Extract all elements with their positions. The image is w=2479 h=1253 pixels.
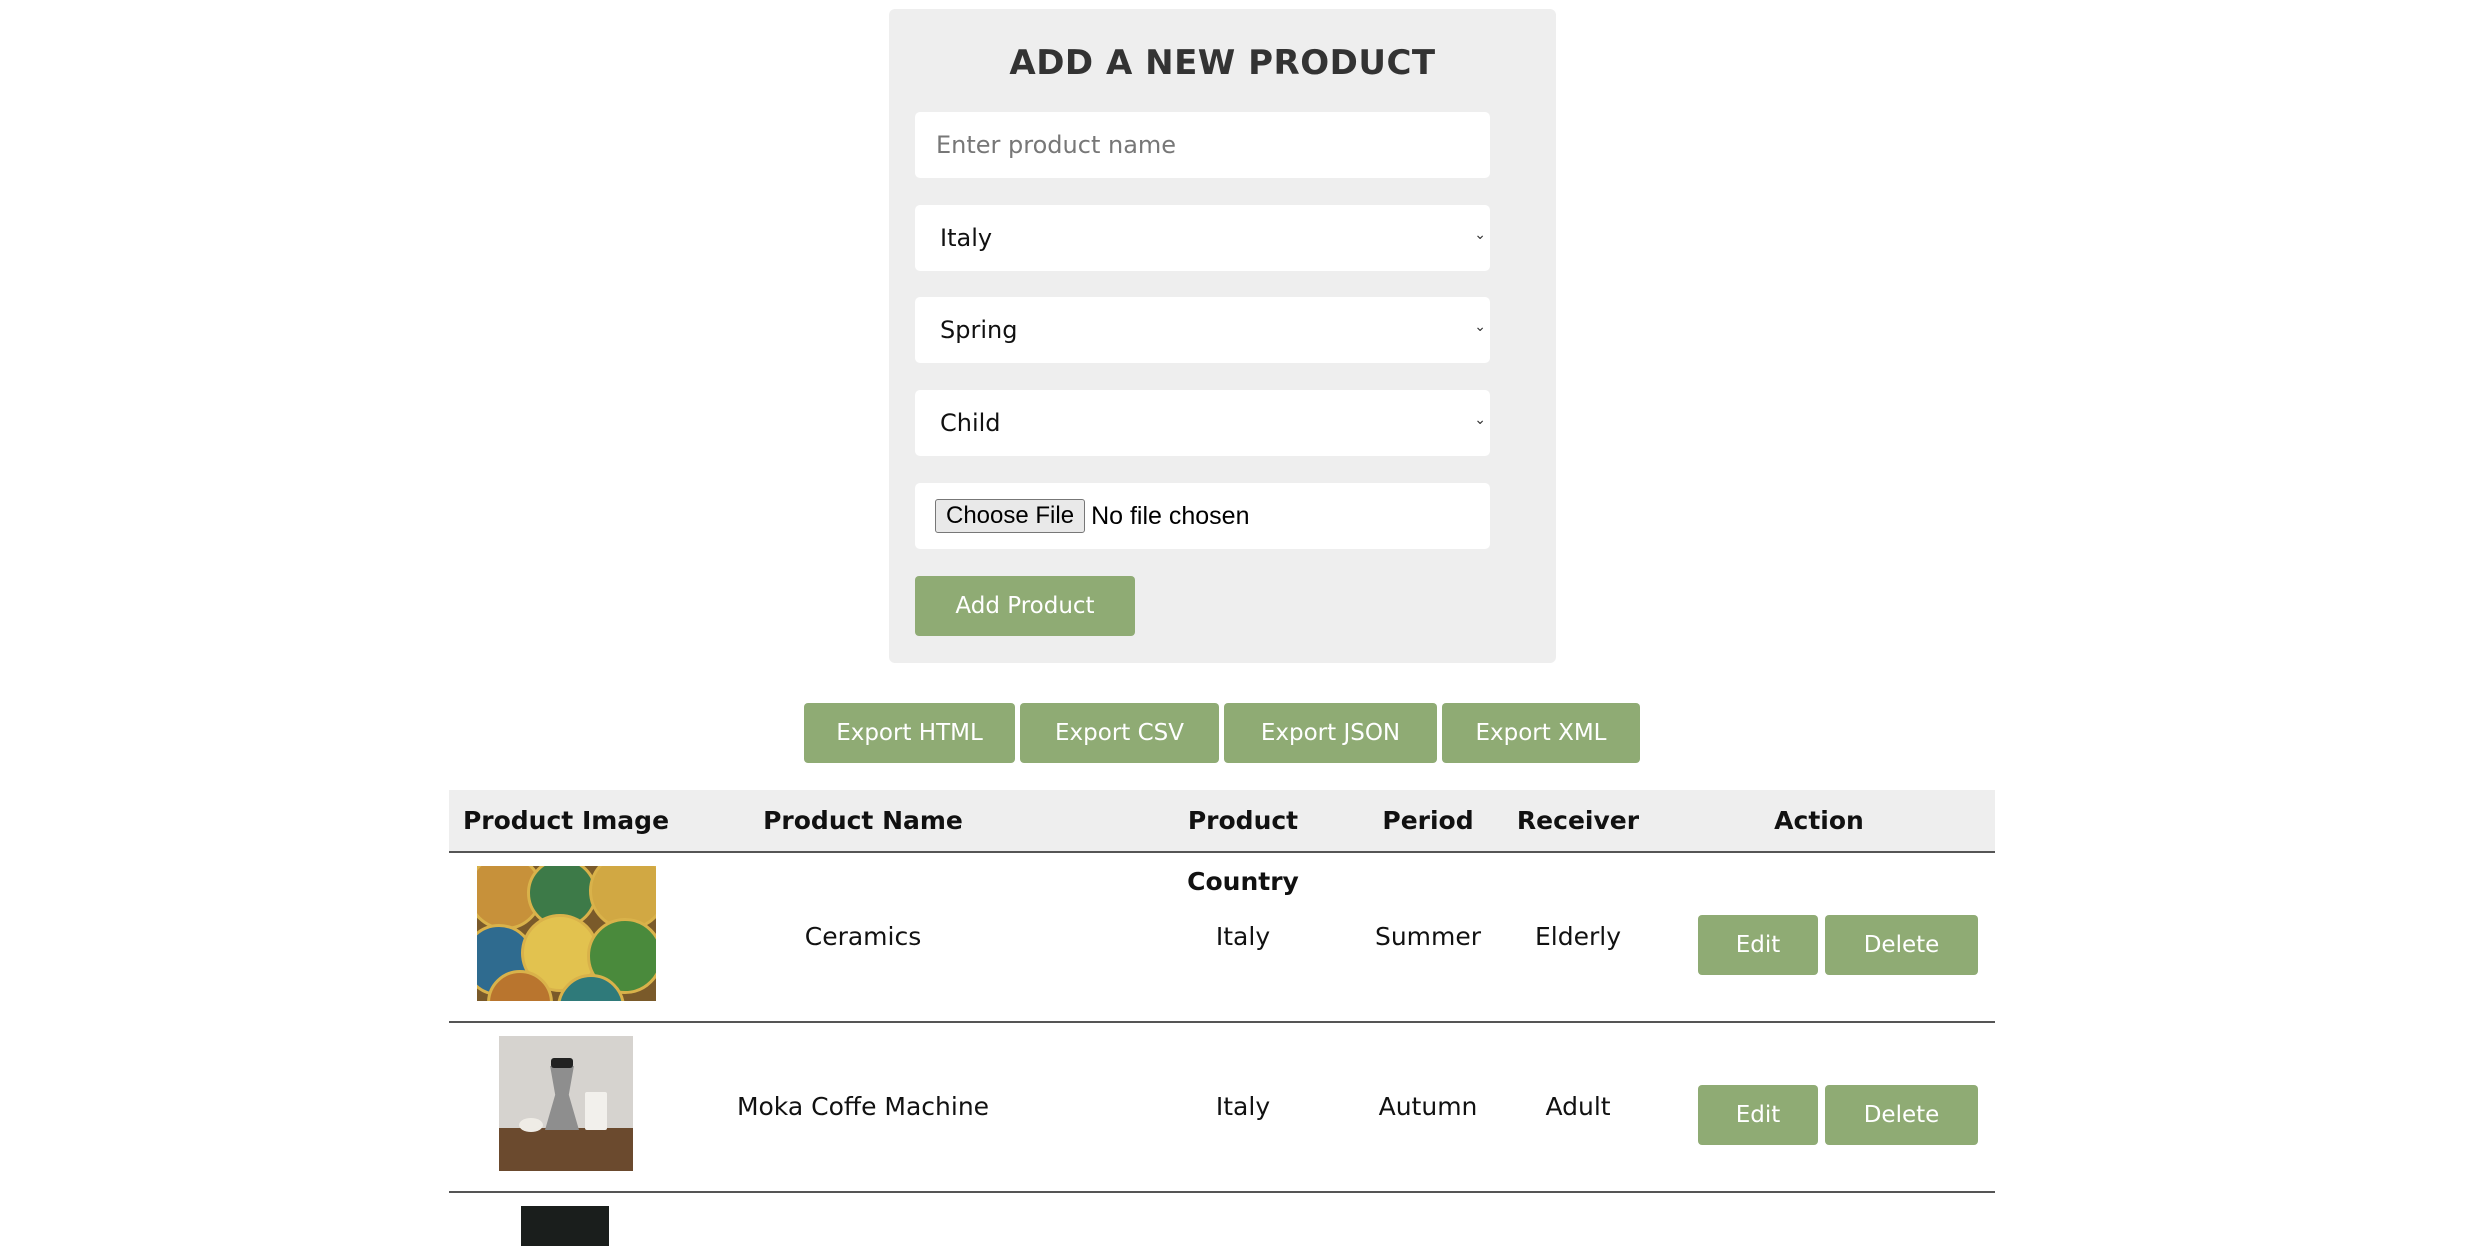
chevron-down-icon: ⌄: [1474, 227, 1486, 243]
product-country-cell: Italy: [1215, 922, 1271, 951]
header-receiver: Receiver: [1516, 806, 1640, 835]
period-cell: Autumn: [1378, 1092, 1478, 1121]
edit-button[interactable]: Edit: [1698, 1085, 1818, 1145]
product-name-cell: Moka Coffe Machine: [736, 1092, 990, 1121]
product-name-input[interactable]: Enter product name: [915, 112, 1490, 178]
delete-button[interactable]: Delete: [1825, 915, 1978, 975]
header-product-image: Product Image: [462, 806, 670, 835]
export-toolbar: Export HTML Export CSV Export JSON Expor…: [804, 703, 1645, 763]
chevron-down-icon: ⌄: [1474, 319, 1486, 335]
action-cell: Edit Delete: [1643, 853, 1995, 1021]
file-status: No file chosen: [1091, 501, 1250, 530]
choose-file-button[interactable]: Choose File: [935, 499, 1086, 533]
form-title: ADD A NEW PRODUCT: [1009, 43, 1436, 83]
receiver-select[interactable]: Child ⌄: [915, 390, 1490, 456]
country-select[interactable]: Italy ⌄: [915, 205, 1490, 271]
product-image-cell: [449, 1193, 683, 1253]
header-product-country: Product Country: [1187, 806, 1299, 896]
products-table: Product Image Product Name Product Count…: [449, 790, 1995, 1253]
add-product-button[interactable]: Add Product: [915, 576, 1135, 636]
add-product-form: ADD A NEW PRODUCT Enter product name Ita…: [889, 9, 1556, 663]
table-header: Product Image Product Name Product Count…: [449, 790, 1995, 896]
export-csv-button[interactable]: Export CSV: [1020, 703, 1219, 763]
product-country-cell: Italy: [1215, 1092, 1271, 1121]
country-select-value: Italy: [940, 224, 993, 252]
delete-button[interactable]: Delete: [1825, 1085, 1978, 1145]
product-image-cell: [449, 853, 683, 1021]
chevron-down-icon: ⌄: [1474, 412, 1486, 428]
header-product-name: Product Name: [763, 806, 963, 835]
product-image: [521, 1206, 609, 1246]
file-input: Choose File No file chosen: [915, 483, 1490, 549]
table-row: Ceramics Italy Summer Elderly Edit Delet…: [449, 853, 1995, 1023]
product-name-cell: Ceramics: [804, 922, 922, 951]
period-select[interactable]: Spring ⌄: [915, 297, 1490, 363]
receiver-cell: Elderly: [1534, 922, 1621, 951]
export-xml-button[interactable]: Export XML: [1442, 703, 1640, 763]
edit-button[interactable]: Edit: [1698, 915, 1818, 975]
product-image-cell: [449, 1023, 683, 1191]
moka-machine-image: [499, 1036, 633, 1171]
export-html-button[interactable]: Export HTML: [804, 703, 1015, 763]
action-cell: Edit Delete: [1643, 1023, 1995, 1191]
table-row: [449, 1193, 1995, 1253]
header-action: Action: [1774, 806, 1864, 835]
ceramics-image: [477, 866, 656, 1001]
period-cell: Summer: [1374, 922, 1482, 951]
receiver-select-value: Child: [940, 409, 1001, 437]
table-row: Moka Coffe Machine Italy Autumn Adult Ed…: [449, 1023, 1995, 1193]
period-select-value: Spring: [940, 316, 1018, 344]
receiver-cell: Adult: [1545, 1092, 1611, 1121]
header-period: Period: [1382, 806, 1474, 835]
export-json-button[interactable]: Export JSON: [1224, 703, 1437, 763]
